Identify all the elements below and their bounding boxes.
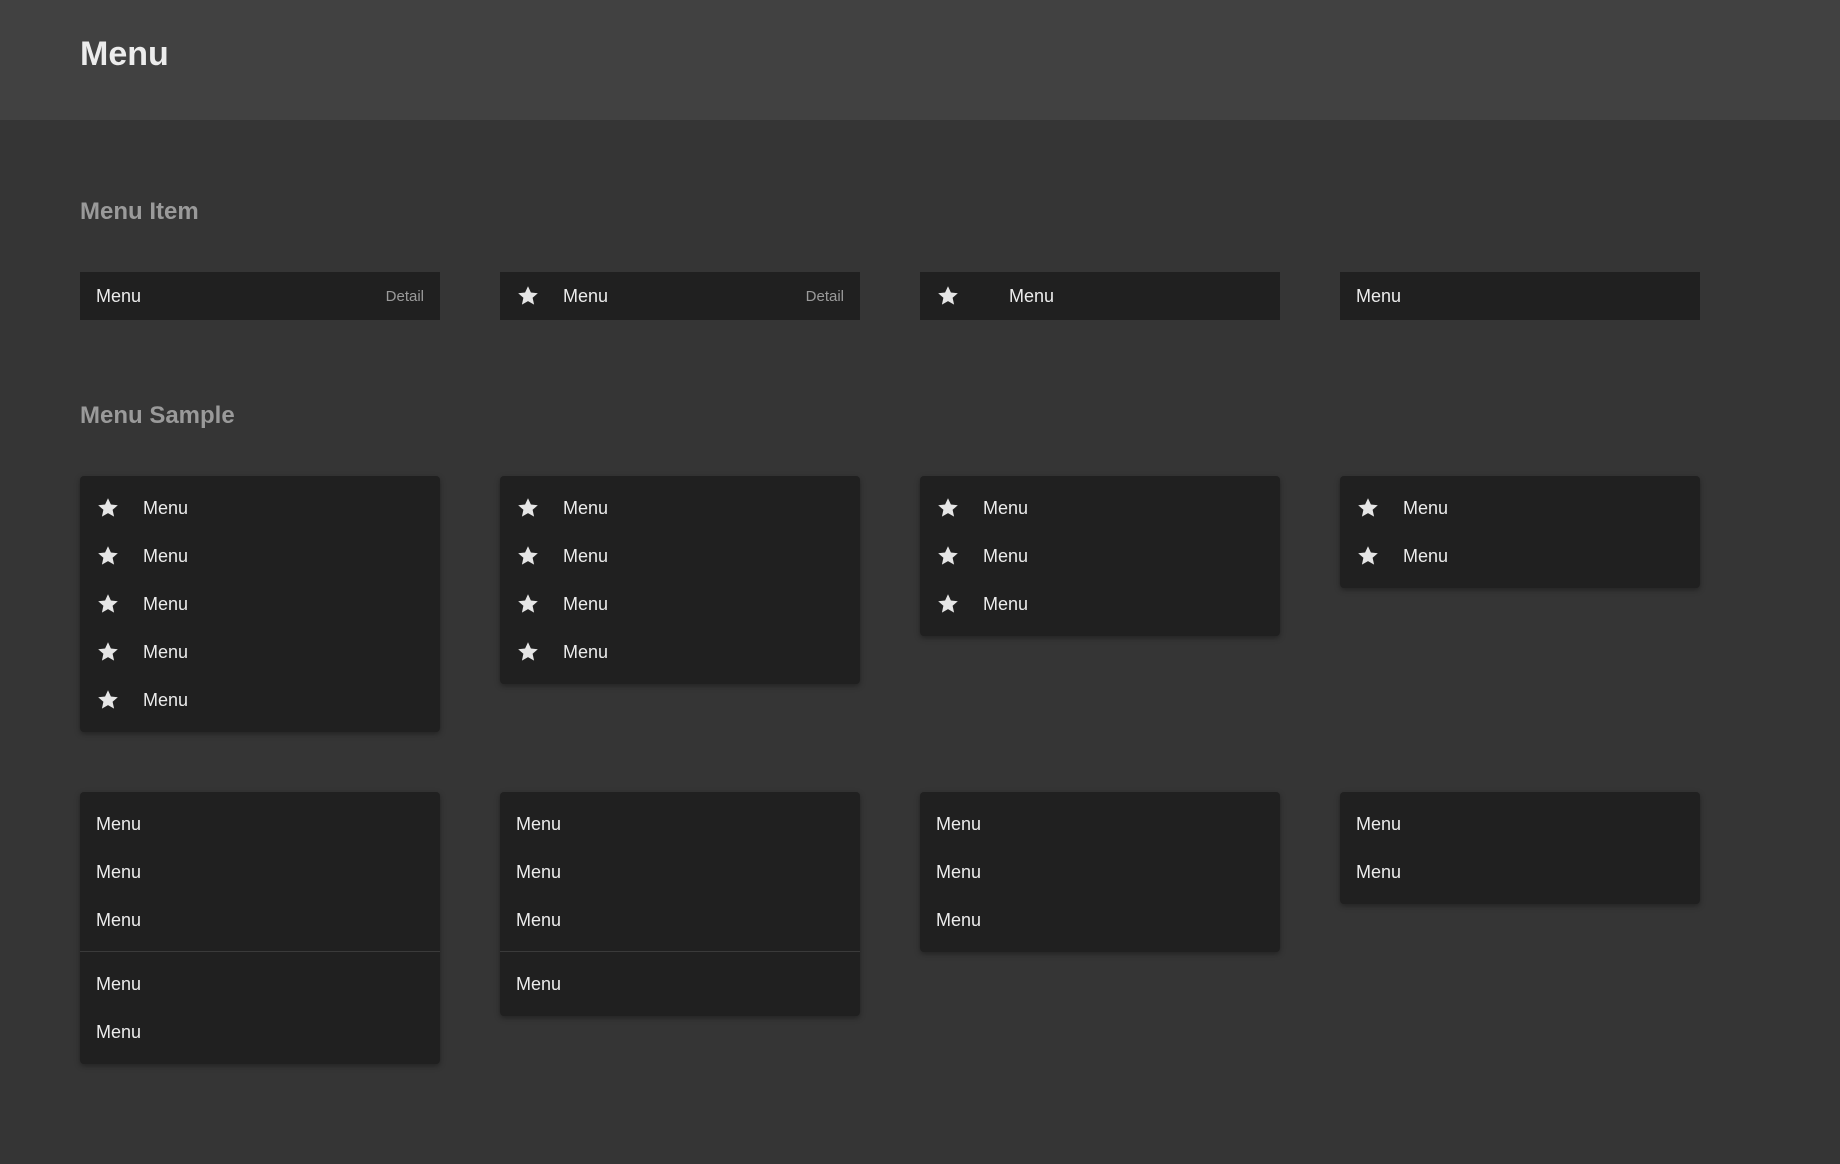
- menu-row-label: Menu: [143, 641, 189, 662]
- text-menu-grouped-4: Menu Menu Menu Menu: [500, 792, 860, 1016]
- menu-row[interactable]: Menu: [80, 848, 440, 896]
- menu-row[interactable]: Menu: [1340, 800, 1700, 848]
- menu-row-label: Menu: [1403, 497, 1449, 518]
- menu-row[interactable]: Menu: [80, 1008, 440, 1056]
- app-header: Menu: [0, 0, 1840, 120]
- menu-item-icon[interactable]: Menu: [920, 272, 1280, 320]
- menu-row[interactable]: Menu: [80, 800, 440, 848]
- menu-row-label: Menu: [516, 973, 562, 994]
- star-icon: [1358, 498, 1378, 517]
- menu-row[interactable]: Menu: [920, 848, 1280, 896]
- star-icon: [98, 498, 118, 517]
- menu-row-label: Menu: [983, 545, 1029, 566]
- menu-row[interactable]: Menu: [500, 896, 860, 944]
- menu-row[interactable]: Menu: [1340, 484, 1700, 532]
- menu-row-label: Menu: [143, 545, 189, 566]
- menu-item-detail: Detail: [805, 287, 844, 305]
- star-icon: [938, 498, 958, 517]
- page-title: Menu: [80, 35, 169, 73]
- section-title-menu-item: Menu Item: [80, 198, 199, 225]
- menu-row-label: Menu: [143, 497, 189, 518]
- star-icon: [98, 690, 118, 709]
- star-icon: [518, 594, 538, 613]
- menu-row-label: Menu: [563, 545, 609, 566]
- menu-row[interactable]: Menu: [80, 896, 440, 944]
- menu-item-icon-detail[interactable]: Menu Detail: [500, 272, 860, 320]
- icon-menu-5: Menu Menu Menu Menu Menu: [80, 476, 440, 732]
- menu-row-label: Menu: [936, 861, 982, 882]
- icon-menu-2: Menu Menu: [1340, 476, 1700, 588]
- menu-row[interactable]: Menu: [920, 800, 1280, 848]
- menu-row-label: Menu: [96, 861, 142, 882]
- menu-row-label: Menu: [936, 813, 982, 834]
- icon-menu-3: Menu Menu Menu: [920, 476, 1280, 636]
- star-icon: [98, 642, 118, 661]
- menu-row[interactable]: Menu: [500, 960, 860, 1008]
- menu-divider: [80, 951, 440, 952]
- text-menu-3: Menu Menu Menu: [920, 792, 1280, 952]
- star-icon: [1358, 546, 1378, 565]
- menu-item-plain[interactable]: Menu: [1340, 272, 1700, 320]
- menu-row-label: Menu: [1403, 545, 1449, 566]
- menu-item-label: Menu: [1009, 285, 1055, 306]
- menu-row-label: Menu: [96, 813, 142, 834]
- menu-row[interactable]: Menu: [920, 484, 1280, 532]
- section-title-menu-sample: Menu Sample: [80, 402, 235, 429]
- menu-row-label: Menu: [143, 593, 189, 614]
- menu-row-label: Menu: [983, 593, 1029, 614]
- menu-row[interactable]: Menu: [80, 960, 440, 1008]
- menu-row-label: Menu: [563, 641, 609, 662]
- menu-row[interactable]: Menu: [500, 484, 860, 532]
- star-icon: [518, 546, 538, 565]
- menu-row[interactable]: Menu: [500, 848, 860, 896]
- star-icon: [98, 594, 118, 613]
- menu-item-label: Menu: [1356, 285, 1402, 306]
- menu-row[interactable]: Menu: [80, 532, 440, 580]
- text-menu-grouped-5: Menu Menu Menu Menu Menu: [80, 792, 440, 1064]
- menu-row[interactable]: Menu: [500, 628, 860, 676]
- icon-menu-4: Menu Menu Menu Menu: [500, 476, 860, 684]
- menu-row-label: Menu: [516, 909, 562, 930]
- star-icon: [938, 286, 958, 305]
- star-icon: [938, 594, 958, 613]
- star-icon: [518, 642, 538, 661]
- menu-row-label: Menu: [1356, 861, 1402, 882]
- menu-item-label: Menu: [563, 285, 609, 306]
- star-icon: [518, 286, 538, 305]
- menu-row-label: Menu: [96, 973, 142, 994]
- menu-item-detail: Detail: [385, 287, 424, 305]
- menu-row[interactable]: Menu: [920, 532, 1280, 580]
- menu-row-label: Menu: [96, 909, 142, 930]
- menu-row-label: Menu: [983, 497, 1029, 518]
- menu-row-label: Menu: [936, 909, 982, 930]
- menu-row[interactable]: Menu: [80, 580, 440, 628]
- text-menu-2: Menu Menu: [1340, 792, 1700, 904]
- menu-row-label: Menu: [516, 813, 562, 834]
- menu-row-label: Menu: [96, 1021, 142, 1042]
- menu-row[interactable]: Menu: [920, 896, 1280, 944]
- menu-item-label: Menu: [96, 285, 142, 306]
- menu-row[interactable]: Menu: [80, 676, 440, 724]
- menu-item-with-detail[interactable]: Menu Detail: [80, 272, 440, 320]
- menu-row[interactable]: Menu: [1340, 532, 1700, 580]
- menu-divider: [500, 951, 860, 952]
- menu-row-label: Menu: [143, 689, 189, 710]
- menu-row-label: Menu: [563, 593, 609, 614]
- star-icon: [518, 498, 538, 517]
- menu-row[interactable]: Menu: [500, 800, 860, 848]
- menu-row[interactable]: Menu: [1340, 848, 1700, 896]
- menu-row-label: Menu: [1356, 813, 1402, 834]
- menu-row[interactable]: Menu: [80, 628, 440, 676]
- menu-row[interactable]: Menu: [500, 580, 860, 628]
- menu-row[interactable]: Menu: [500, 532, 860, 580]
- star-icon: [938, 546, 958, 565]
- menu-row[interactable]: Menu: [80, 484, 440, 532]
- menu-row[interactable]: Menu: [920, 580, 1280, 628]
- star-icon: [98, 546, 118, 565]
- menu-row-label: Menu: [563, 497, 609, 518]
- menu-row-label: Menu: [516, 861, 562, 882]
